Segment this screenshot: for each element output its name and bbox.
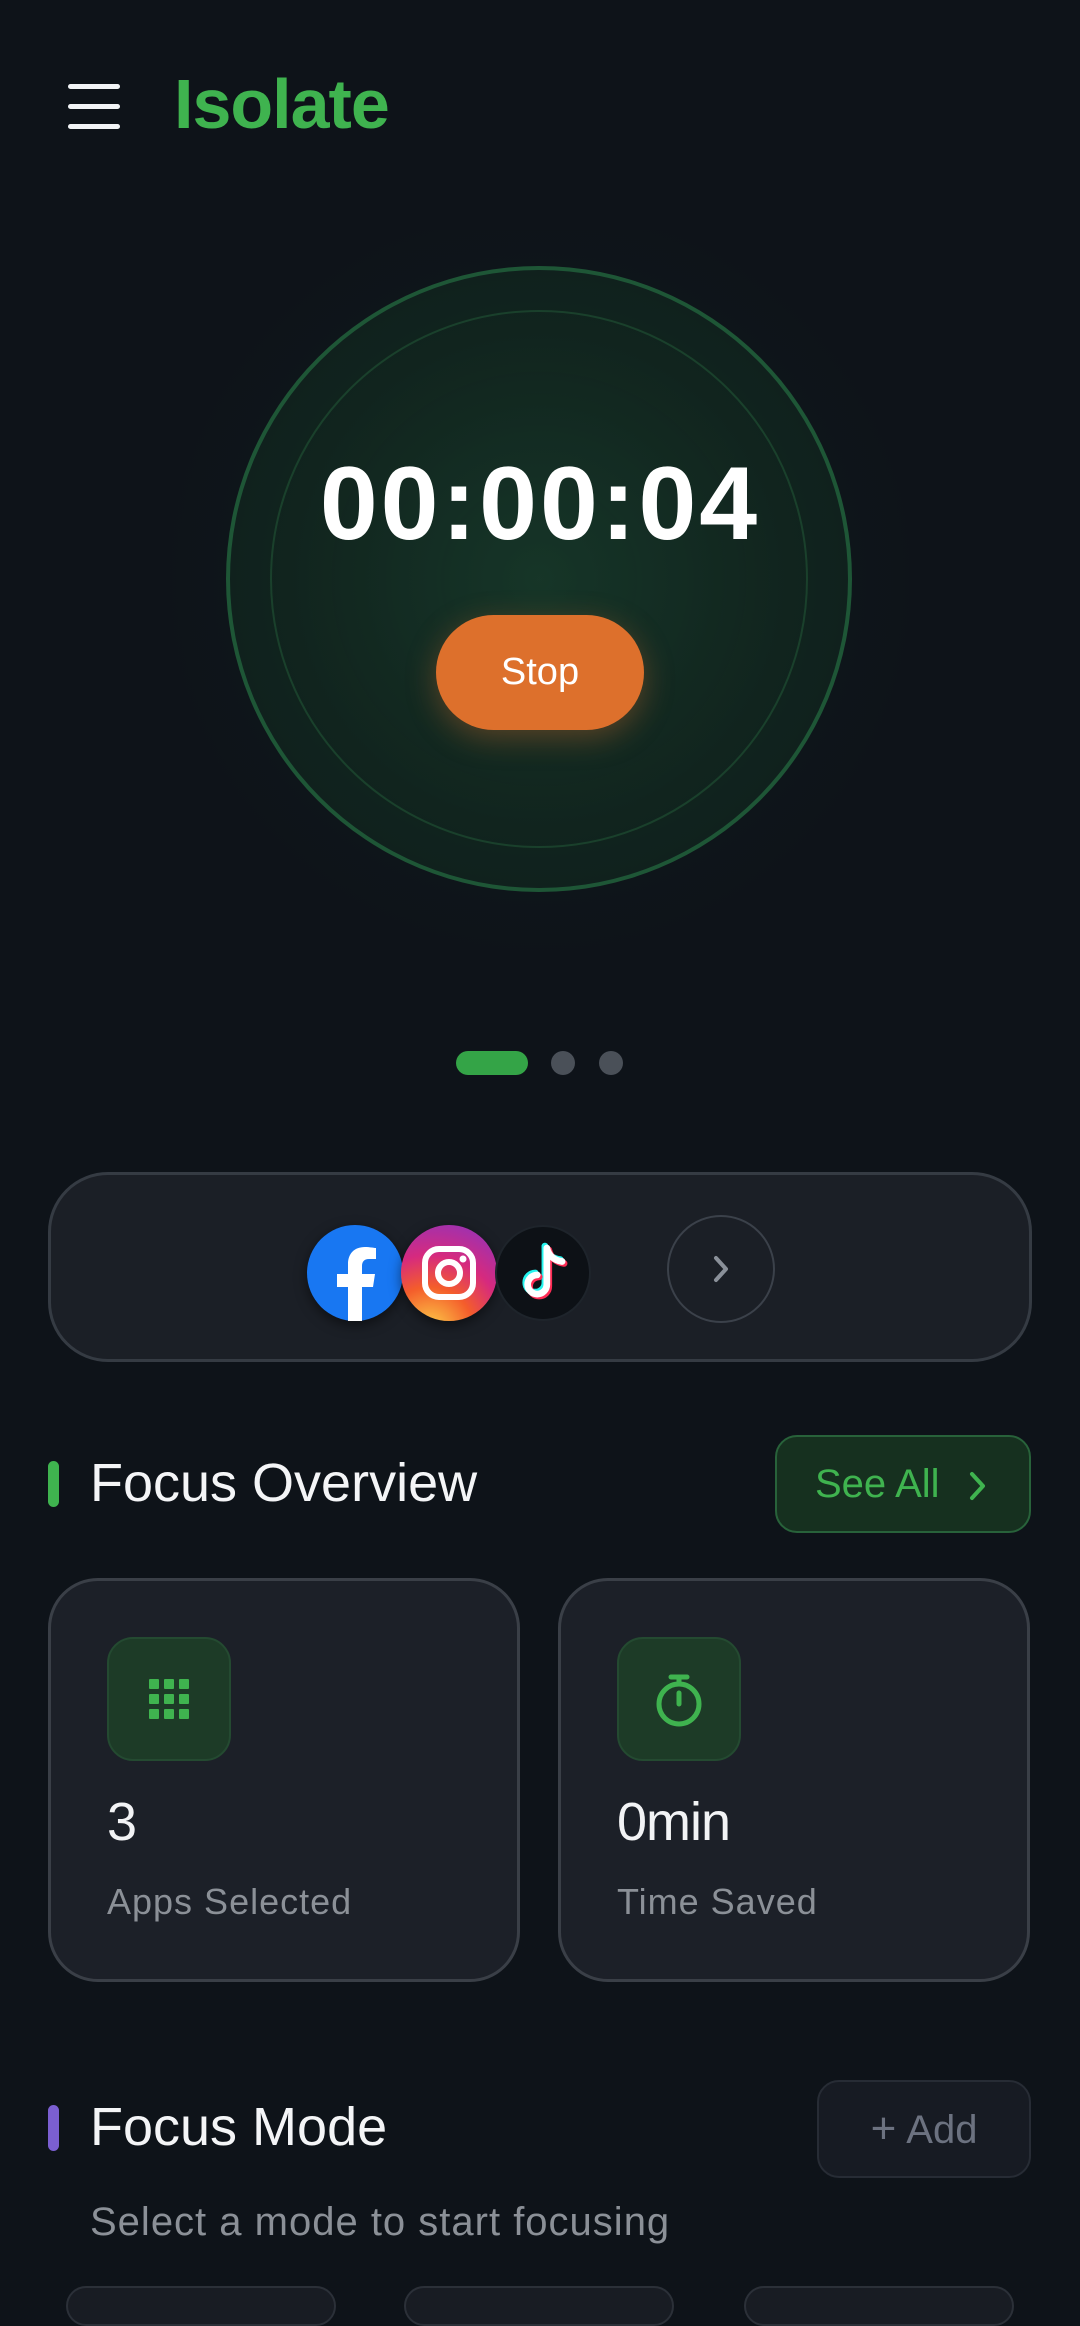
tiktok-icon xyxy=(495,1225,591,1321)
apps-selected-label: Apps Selected xyxy=(107,1881,353,1922)
see-all-label: See All xyxy=(815,1461,940,1506)
hamburger-menu-icon-line xyxy=(68,104,120,109)
stopwatch-icon xyxy=(617,1637,741,1761)
selected-apps-card[interactable] xyxy=(48,1172,1032,1362)
add-label: Add xyxy=(906,2108,978,2152)
hamburger-menu-icon xyxy=(68,84,120,89)
timer-inner-ring xyxy=(270,310,808,848)
section-accent-bar xyxy=(48,1461,59,1507)
chevron-right-icon xyxy=(970,1472,985,1500)
focus-overview-title: Focus Overview xyxy=(90,1453,478,1513)
menu-button[interactable] xyxy=(62,80,132,134)
mode-chip[interactable] xyxy=(66,2286,336,2326)
apps-selected-value: 3 xyxy=(107,1792,137,1852)
section-accent-bar xyxy=(48,2105,59,2151)
hamburger-menu-icon-line xyxy=(68,124,120,129)
focus-mode-subtitle: Select a mode to start focusing xyxy=(90,2200,671,2244)
facebook-icon xyxy=(307,1225,403,1321)
apps-selected-card[interactable]: 3 Apps Selected xyxy=(48,1578,520,1982)
stop-button[interactable]: Stop xyxy=(436,615,644,730)
mode-chip[interactable] xyxy=(744,2286,1014,2326)
time-saved-value: 0min xyxy=(617,1792,731,1852)
time-saved-card[interactable]: 0min Time Saved xyxy=(558,1578,1030,1982)
timer-display: 00:00:04 xyxy=(319,446,761,562)
page-indicator xyxy=(0,1051,1080,1075)
more-apps-button[interactable] xyxy=(667,1215,775,1323)
add-mode-button[interactable]: + Add xyxy=(817,2080,1031,2178)
see-all-button[interactable]: See All xyxy=(775,1435,1031,1533)
apps-grid-icon xyxy=(107,1637,231,1761)
app-title: Isolate xyxy=(174,65,390,143)
mode-chip[interactable] xyxy=(404,2286,674,2326)
page-dot[interactable] xyxy=(599,1051,623,1075)
page-dot-active[interactable] xyxy=(456,1051,528,1075)
page-dot[interactable] xyxy=(551,1051,575,1075)
focus-mode-title: Focus Mode xyxy=(90,2097,388,2157)
instagram-icon xyxy=(401,1225,497,1321)
chevron-right-icon xyxy=(714,1256,728,1282)
plus-icon: + xyxy=(870,2104,897,2153)
timer-panel[interactable]: 00:00:04 Stop xyxy=(0,230,1080,1010)
app-header: Isolate xyxy=(0,0,1080,215)
time-saved-label: Time Saved xyxy=(617,1881,818,1922)
